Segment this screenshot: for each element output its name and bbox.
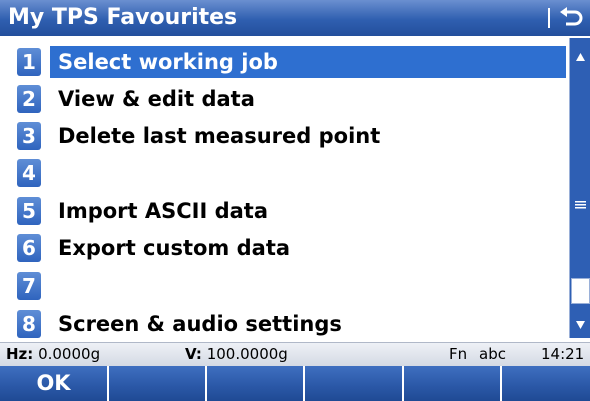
scroll-thumb[interactable] <box>571 278 590 304</box>
title-separator <box>548 8 550 28</box>
item-label-area: Screen & audio settings <box>50 308 566 340</box>
scroll-up-button[interactable] <box>570 38 590 76</box>
input-mode-indicator: abc <box>479 345 506 363</box>
item-label-area: Export custom data <box>50 232 566 264</box>
item-label: Export custom data <box>58 236 291 260</box>
menu-item-7[interactable]: 7 <box>0 268 568 304</box>
menu-item-5[interactable]: 5 Import ASCII data <box>0 193 568 229</box>
item-number-badge: 1 <box>17 48 41 76</box>
item-label: Delete last measured point <box>58 124 381 148</box>
item-label-area: Delete last measured point <box>50 120 566 152</box>
scroll-grip-icon <box>575 201 586 209</box>
vertical-scrollbar[interactable] <box>569 38 590 338</box>
item-label-area <box>50 270 566 302</box>
item-label-area: View & edit data <box>50 83 566 115</box>
item-number-badge: 5 <box>17 197 41 225</box>
favourites-list: 1 Select working job 2 View & edit data … <box>0 36 568 342</box>
softkey-bar: OK <box>0 366 590 401</box>
item-number-badge: 8 <box>17 310 41 338</box>
item-label-area <box>50 157 566 189</box>
hz-readout: Hz: 0.0000g <box>6 343 100 365</box>
menu-item-2[interactable]: 2 View & edit data <box>0 81 568 117</box>
softkey-f5[interactable] <box>404 366 502 401</box>
softkey-f3[interactable] <box>207 366 305 401</box>
v-label: V: <box>185 345 202 363</box>
window-title: My TPS Favourites <box>8 5 238 30</box>
item-highlight: Select working job <box>50 46 566 78</box>
v-readout: V: 100.0000g <box>185 343 288 365</box>
item-number-badge: 2 <box>17 85 41 113</box>
hz-label: Hz: <box>6 345 34 363</box>
clock: 14:21 <box>541 345 585 363</box>
menu-item-6[interactable]: 6 Export custom data <box>0 230 568 266</box>
title-bar: My TPS Favourites <box>0 0 590 36</box>
item-label: Import ASCII data <box>58 199 268 223</box>
item-label-area: Import ASCII data <box>50 195 566 227</box>
scroll-down-button[interactable] <box>570 306 590 338</box>
softkey-f6[interactable] <box>502 366 590 401</box>
menu-item-4[interactable]: 4 <box>0 155 568 191</box>
softkey-f2[interactable] <box>109 366 207 401</box>
item-number-badge: 6 <box>17 234 41 262</box>
softkey-f1-ok[interactable]: OK <box>0 366 109 401</box>
v-value: 100.0000g <box>206 345 288 363</box>
arrow-up-icon <box>576 53 585 61</box>
item-label: Select working job <box>58 50 278 74</box>
arrow-down-icon <box>576 321 585 329</box>
status-bar: Hz: 0.0000g V: 100.0000g Fn abc 14:21 <box>0 342 590 366</box>
menu-item-1[interactable]: 1 Select working job <box>0 44 568 80</box>
softkey-f4[interactable] <box>305 366 404 401</box>
item-label: View & edit data <box>58 87 255 111</box>
item-number-badge: 4 <box>17 159 41 187</box>
hz-value: 0.0000g <box>38 345 101 363</box>
menu-item-8[interactable]: 8 Screen & audio settings <box>0 306 568 342</box>
back-arrow-icon[interactable] <box>556 4 586 32</box>
item-label: Screen & audio settings <box>58 312 342 336</box>
menu-item-3[interactable]: 3 Delete last measured point <box>0 118 568 154</box>
tps-favourites-screen: My TPS Favourites 1 Select working job 2… <box>0 0 590 401</box>
item-number-badge: 3 <box>17 122 41 150</box>
fn-indicator: Fn <box>449 345 468 363</box>
item-number-badge: 7 <box>17 272 41 300</box>
